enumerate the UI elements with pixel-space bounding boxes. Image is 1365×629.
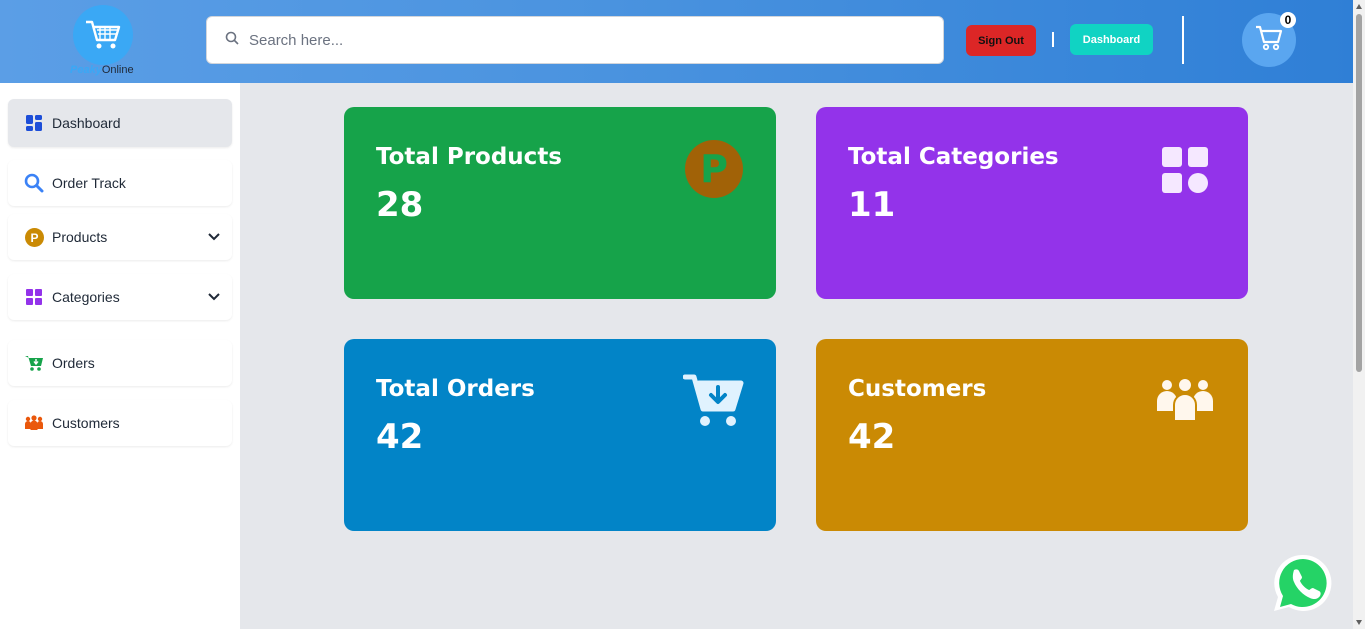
customers-icon <box>1155 379 1215 428</box>
sidebar-item-label: Categories <box>52 289 120 305</box>
categories-icon <box>24 287 44 307</box>
sidebar-item-order-track[interactable]: Order Track <box>8 160 232 206</box>
sidebar-item-products[interactable]: P Products <box>8 214 232 260</box>
logo-brand-part2: Online <box>101 64 134 76</box>
cart-plus-icon <box>24 353 44 373</box>
sidebar-item-customers[interactable]: Customers <box>8 400 232 446</box>
total-orders-card[interactable]: Total Orders 42 <box>344 339 776 531</box>
sidebar-item-label: Customers <box>52 415 120 431</box>
cart-icon <box>1254 24 1284 57</box>
cart-download-icon <box>682 373 745 434</box>
sidebar-item-label: Dashboard <box>52 115 121 131</box>
page-scrollbar[interactable] <box>1353 0 1365 629</box>
sidebar-item-orders[interactable]: Orders <box>8 340 232 386</box>
top-header: PeakyOnline Sign Out Dashboard 0 <box>0 0 1353 83</box>
card-value: 28 <box>376 185 424 225</box>
sidebar-item-dashboard[interactable]: Dashboard <box>8 99 232 147</box>
logo-cart-icon <box>73 5 133 65</box>
svg-text:P: P <box>700 147 728 191</box>
search-icon <box>225 31 239 50</box>
sidebar-item-categories[interactable]: Categories <box>8 274 232 320</box>
card-title: Total Orders <box>376 376 535 402</box>
card-title: Total Categories <box>848 144 1059 170</box>
header-divider <box>1052 32 1054 47</box>
customers-card[interactable]: Customers 42 <box>816 339 1248 531</box>
product-p-icon: P <box>24 227 44 247</box>
chevron-down-icon[interactable] <box>208 288 220 306</box>
svg-text:P: P <box>30 231 38 245</box>
card-value: 42 <box>848 417 896 457</box>
card-value: 42 <box>376 417 424 457</box>
header-divider <box>1182 16 1184 64</box>
scroll-down-arrow-icon[interactable] <box>1356 620 1362 625</box>
card-title: Total Products <box>376 144 562 170</box>
search-bar[interactable] <box>206 16 944 64</box>
chevron-down-icon[interactable] <box>208 228 220 246</box>
scroll-up-arrow-icon[interactable] <box>1356 4 1362 9</box>
logo-brand-part1: Peaky <box>70 64 102 76</box>
customers-icon <box>24 413 44 433</box>
sidebar-item-label: Products <box>52 229 108 245</box>
cart-count-badge: 0 <box>1280 12 1296 28</box>
search-input[interactable] <box>249 31 889 49</box>
card-title: Customers <box>848 376 987 402</box>
total-products-card[interactable]: Total Products 28 P <box>344 107 776 299</box>
product-p-icon: P <box>685 140 743 203</box>
sign-out-button[interactable]: Sign Out <box>966 25 1036 56</box>
categories-icon <box>1162 147 1208 198</box>
whatsapp-button[interactable] <box>1272 552 1334 614</box>
sidebar-item-label: Order Track <box>52 175 126 191</box>
whatsapp-icon <box>1272 554 1334 618</box>
logo-text: PeakyOnline <box>70 64 134 76</box>
dashboard-button[interactable]: Dashboard <box>1070 24 1153 55</box>
search-icon <box>24 173 44 193</box>
sidebar: Dashboard Order Track P Products Categor… <box>0 83 240 629</box>
card-value: 11 <box>848 185 896 225</box>
total-categories-card[interactable]: Total Categories 11 <box>816 107 1248 299</box>
dashboard-icon <box>24 113 44 133</box>
site-logo[interactable]: PeakyOnline <box>70 4 150 80</box>
scrollbar-thumb[interactable] <box>1356 14 1362 372</box>
sidebar-item-label: Orders <box>52 355 95 371</box>
